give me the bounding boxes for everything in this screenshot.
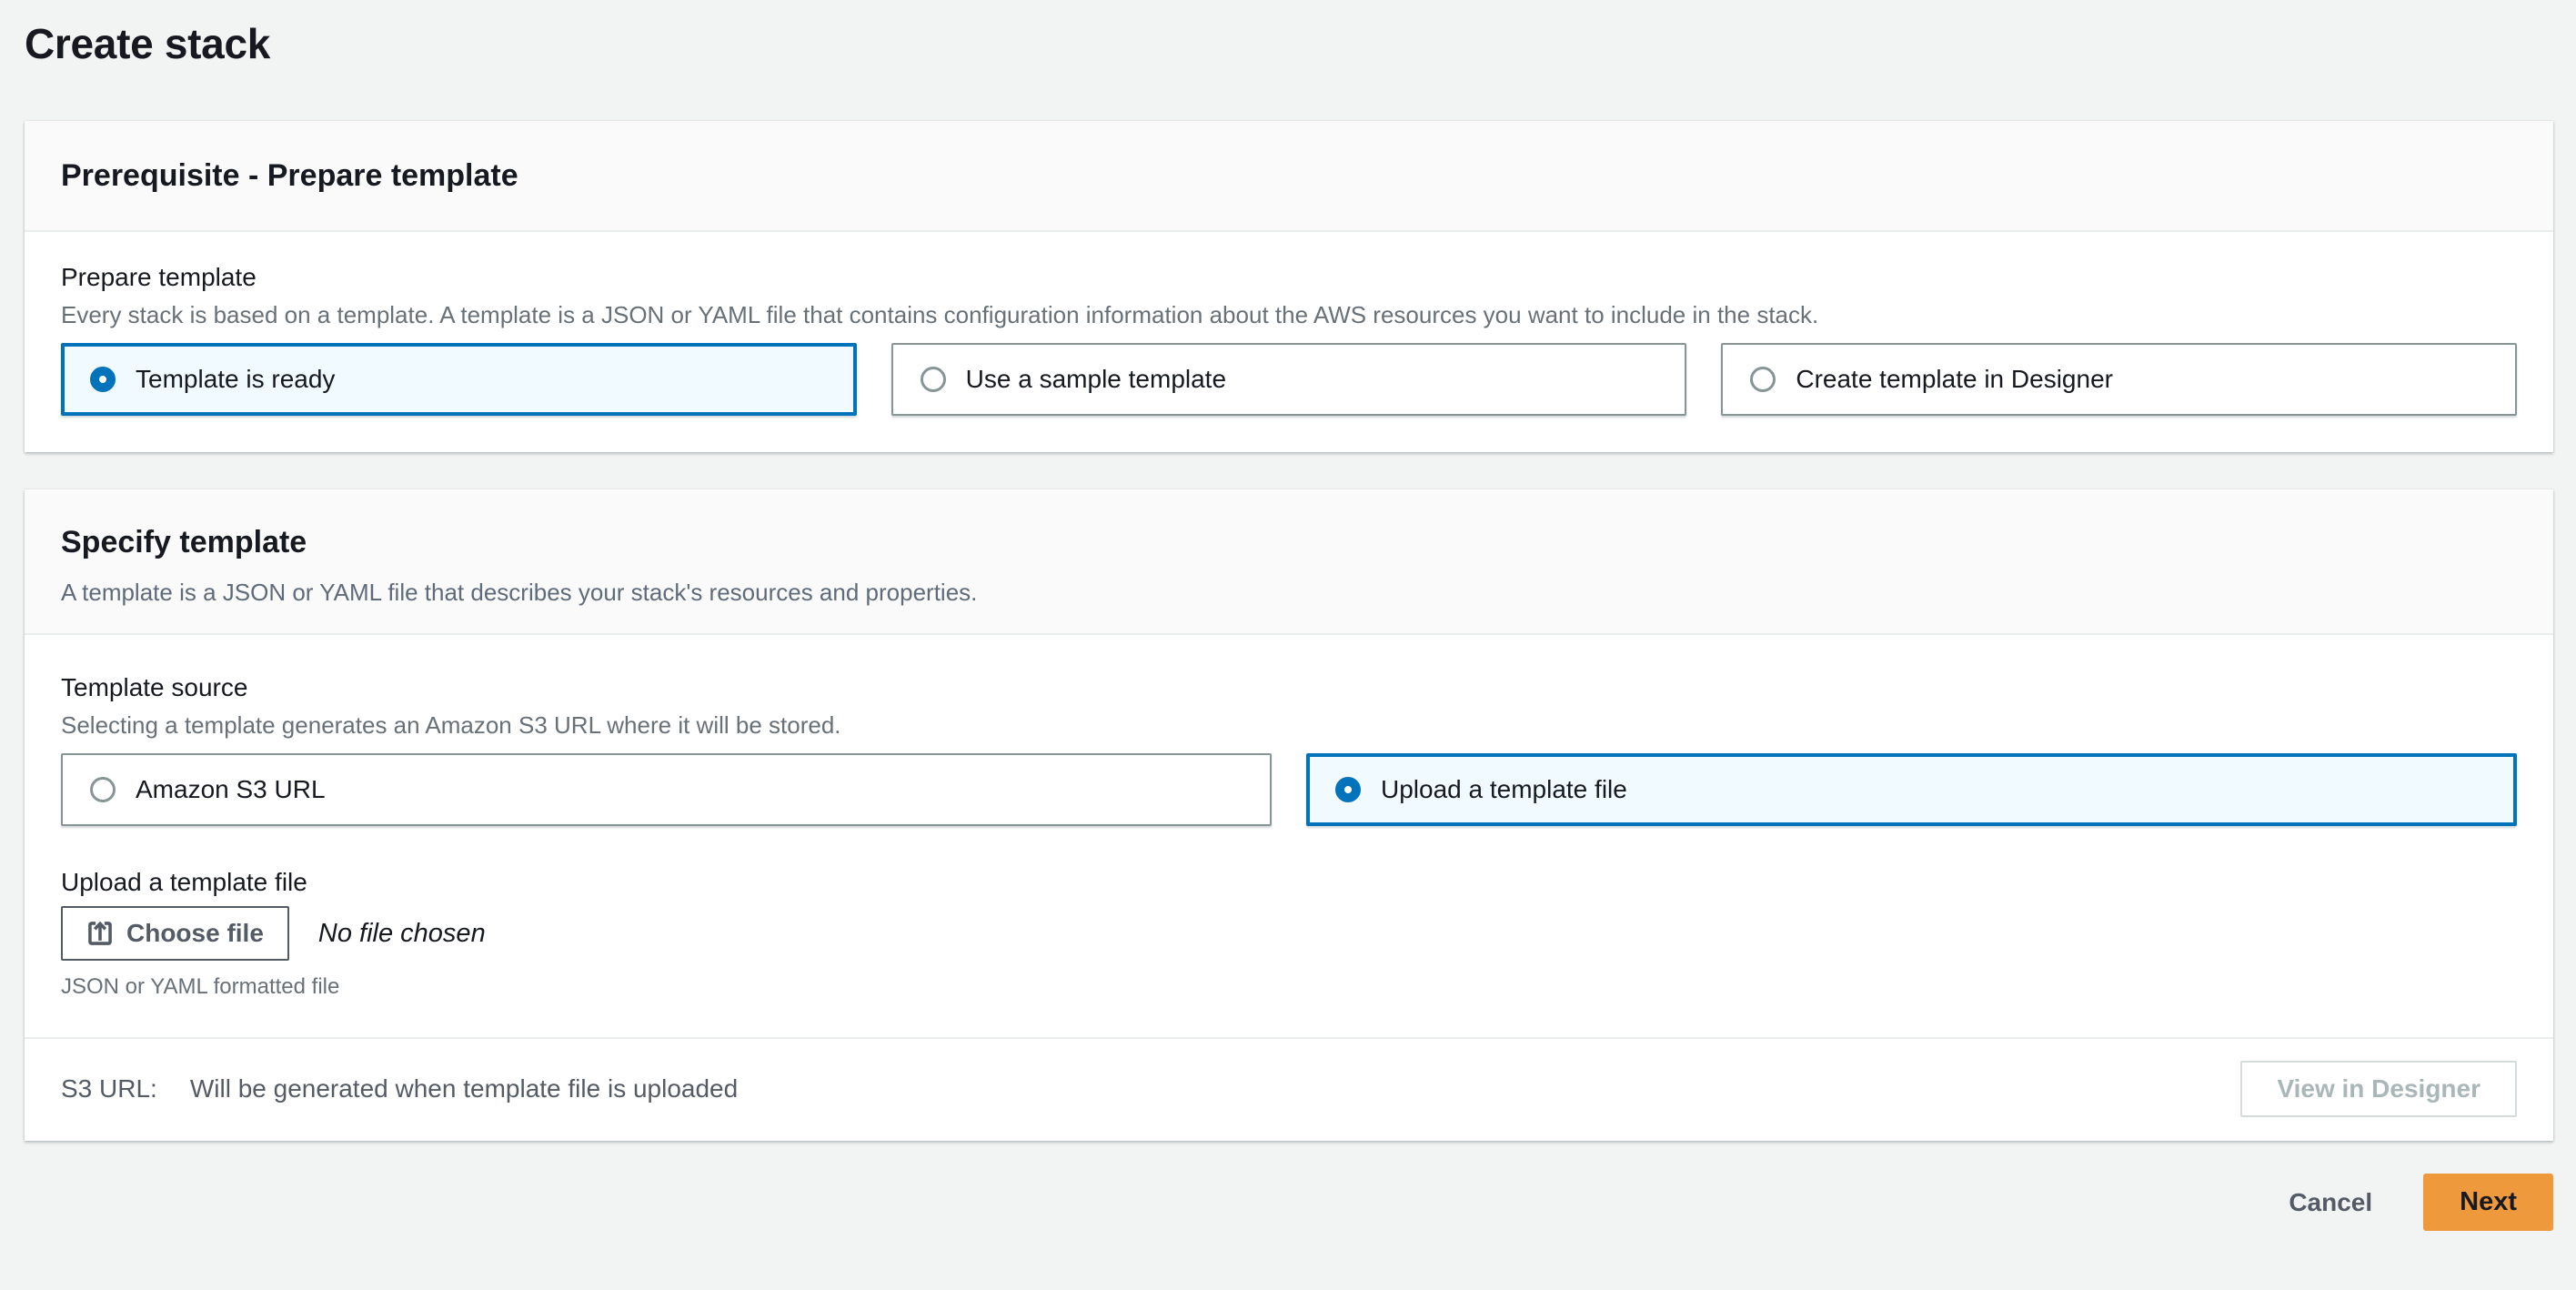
s3-url-label: S3 URL: (61, 1074, 157, 1103)
radio-tile-template-is-ready[interactable]: Template is ready (61, 343, 857, 416)
file-upload-row: Choose file No file chosen (61, 906, 2517, 961)
page-title: Create stack (25, 20, 271, 67)
choose-file-button-label: Choose file (126, 919, 264, 947)
specify-template-card-header: Specify template A template is a JSON or… (25, 489, 2553, 635)
radio-selected-icon (1335, 777, 1361, 802)
prerequisite-card-title: Prerequisite - Prepare template (61, 158, 518, 193)
template-source-radio-group: Amazon S3 URL Upload a template file (61, 753, 2517, 826)
upload-template-file-label: Upload a template file (61, 868, 307, 896)
radio-tile-label: Upload a template file (1381, 775, 1627, 803)
s3-url-value: Will be generated when template file is … (189, 1074, 739, 1103)
specify-template-card-footer: S3 URL: Will be generated when template … (25, 1037, 2553, 1141)
specify-template-card-body: Template source Selecting a template gen… (25, 635, 2553, 1001)
radio-tile-create-template-in-designer[interactable]: Create template in Designer (1721, 343, 2518, 416)
template-source-label: Template source (61, 673, 248, 701)
specify-template-card: Specify template A template is a JSON or… (25, 489, 2553, 1141)
prepare-template-radio-group: Template is ready Use a sample template … (61, 343, 2518, 416)
template-source-description: Selecting a template generates an Amazon… (61, 711, 841, 739)
file-chosen-status: No file chosen (317, 918, 486, 948)
choose-file-button[interactable]: Choose file (61, 906, 289, 961)
prerequisite-card-header: Prerequisite - Prepare template (25, 121, 2553, 232)
next-button[interactable]: Next (2423, 1174, 2553, 1231)
prerequisite-card-body: Prepare template Every stack is based on… (25, 232, 2553, 452)
radio-tile-amazon-s3-url[interactable]: Amazon S3 URL (61, 753, 1272, 826)
radio-tile-use-sample-template[interactable]: Use a sample template (891, 343, 1687, 416)
file-format-constraint: JSON or YAML formatted file (61, 974, 340, 999)
radio-unselected-icon (1750, 367, 1776, 392)
radio-unselected-icon (920, 367, 946, 392)
specify-template-card-title: Specify template (61, 525, 307, 559)
prerequisite-card: Prerequisite - Prepare template Prepare … (25, 121, 2553, 452)
wizard-actions: Cancel Next (25, 1174, 2553, 1269)
radio-tile-label: Create template in Designer (1796, 365, 2113, 393)
prepare-template-label: Prepare template (61, 263, 257, 291)
radio-tile-label: Amazon S3 URL (136, 775, 326, 803)
create-stack-page: Create stack Prerequisite - Prepare temp… (0, 15, 2576, 1269)
radio-selected-icon (90, 367, 116, 392)
radio-unselected-icon (90, 777, 116, 802)
prepare-template-description: Every stack is based on a template. A te… (61, 301, 1819, 328)
cancel-button[interactable]: Cancel (2289, 1188, 2372, 1217)
s3-url-row: S3 URL: Will be generated when template … (61, 1074, 738, 1104)
specify-template-card-description: A template is a JSON or YAML file that d… (61, 579, 978, 606)
radio-tile-label: Template is ready (136, 365, 336, 393)
radio-tile-upload-template-file[interactable]: Upload a template file (1306, 753, 2517, 826)
view-in-designer-button[interactable]: View in Designer (2240, 1061, 2517, 1117)
upload-icon (88, 921, 112, 945)
radio-tile-label: Use a sample template (965, 365, 1227, 393)
